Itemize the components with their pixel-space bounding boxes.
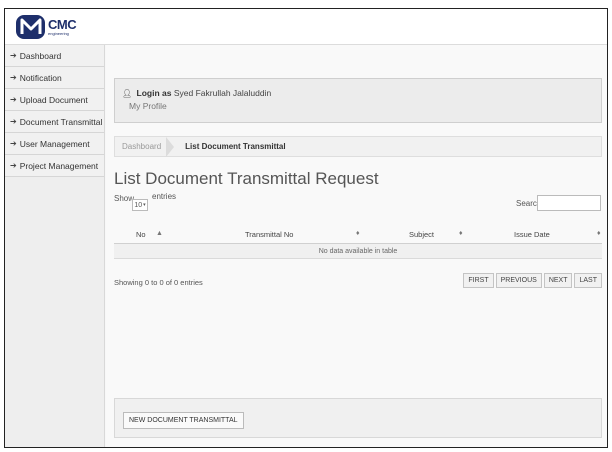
new-document-transmittal-button[interactable]: NEW DOCUMENT TRANSMITTAL <box>123 412 244 429</box>
sidebar-item-dashboard[interactable]: ➔ Dashboard <box>5 45 104 67</box>
arrow-right-icon: ➔ <box>10 73 17 82</box>
sidebar-item-label: Project Management <box>19 160 99 171</box>
sidebar-item-label: Upload Document <box>19 94 88 105</box>
entries-label: entries <box>152 192 177 201</box>
sidebar-item-label: Dashboard <box>19 50 62 61</box>
logo-emblem-icon <box>16 15 45 39</box>
sort-icon[interactable]: ♦ <box>356 230 360 237</box>
arrow-right-icon: ➔ <box>10 139 17 148</box>
sort-asc-icon[interactable]: ▲ <box>156 230 163 237</box>
main-content: 👤︎ Login as Syed Fakrullah Jalaluddin My… <box>106 45 607 447</box>
page-length-select[interactable]: 10 ▾ <box>132 199 148 211</box>
previous-page-button[interactable]: PREVIOUS <box>495 273 542 288</box>
arrow-right-icon: ➔ <box>10 51 17 60</box>
column-header-transmittal-no[interactable]: Transmittal No <box>245 230 293 239</box>
page-length-value: 10 <box>134 201 143 209</box>
breadcrumb: Dashboard List Document Transmittal <box>114 136 602 157</box>
arrow-right-icon: ➔ <box>10 161 17 170</box>
column-header-no[interactable]: No <box>136 230 146 239</box>
chevron-down-icon: ▾ <box>143 202 146 208</box>
user-icon: 👤︎ <box>122 89 133 98</box>
sidebar-item-label: User Management <box>19 138 90 149</box>
table-empty-row: No data available in table <box>114 244 602 259</box>
sidebar-item-label: Document Transmittal <box>19 116 103 127</box>
last-page-button[interactable]: LAST <box>574 273 602 288</box>
sort-icon[interactable]: ♦ <box>597 230 601 237</box>
column-header-issue-date[interactable]: Issue Date <box>514 230 550 239</box>
breadcrumb-dashboard-link[interactable]: Dashboard <box>115 137 175 157</box>
show-label: Show <box>114 194 135 203</box>
login-info-panel: 👤︎ Login as Syed Fakrullah Jalaluddin My… <box>114 78 602 123</box>
sort-icon[interactable]: ♦ <box>459 230 463 237</box>
first-page-button[interactable]: FIRST <box>463 273 494 288</box>
login-prefix: Login as <box>136 88 172 98</box>
next-page-button[interactable]: NEXT <box>543 273 573 288</box>
login-line: 👤︎ Login as Syed Fakrullah Jalaluddin <box>122 88 271 98</box>
logo-subtext: engineering <box>48 31 69 36</box>
arrow-right-icon: ➔ <box>10 117 17 126</box>
sidebar-item-label: Notification <box>19 72 62 83</box>
table-header: No ▲ Transmittal No ♦ Subject ♦ Issue Da… <box>114 224 602 244</box>
table-info: Showing 0 to 0 of 0 entries <box>114 278 203 287</box>
page-title: List Document Transmittal Request <box>114 169 379 188</box>
sidebar: ➔ Dashboard ➔ Notification ➔ Upload Docu… <box>5 45 105 447</box>
top-bar: CMC engineering <box>5 9 607 45</box>
my-profile-link[interactable]: My Profile <box>129 101 167 111</box>
sidebar-item-notification[interactable]: ➔ Notification <box>5 67 104 89</box>
logo-text: CMC <box>48 17 77 32</box>
sidebar-item-document-transmittal[interactable]: ➔ Document Transmittal <box>5 111 104 133</box>
transmittal-table: No ▲ Transmittal No ♦ Subject ♦ Issue Da… <box>114 224 602 259</box>
arrow-right-icon: ➔ <box>10 95 17 104</box>
table-controls: Show 10 ▾ entries Search: <box>114 192 602 218</box>
pagination: FIRST PREVIOUS NEXT LAST <box>463 273 602 288</box>
column-header-subject[interactable]: Subject <box>409 230 434 239</box>
sidebar-item-project-management[interactable]: ➔ Project Management <box>5 155 104 177</box>
breadcrumb-current: List Document Transmittal <box>185 142 286 151</box>
sidebar-item-upload-document[interactable]: ➔ Upload Document <box>5 89 104 111</box>
company-logo[interactable]: CMC engineering <box>16 15 77 39</box>
search-input[interactable] <box>537 195 601 211</box>
login-user-name: Syed Fakrullah Jalaluddin <box>173 88 272 98</box>
sidebar-item-user-management[interactable]: ➔ User Management <box>5 133 104 155</box>
actions-panel: NEW DOCUMENT TRANSMITTAL <box>114 398 602 438</box>
app-window: CMC engineering ➔ Dashboard ➔ Notificati… <box>4 8 608 448</box>
